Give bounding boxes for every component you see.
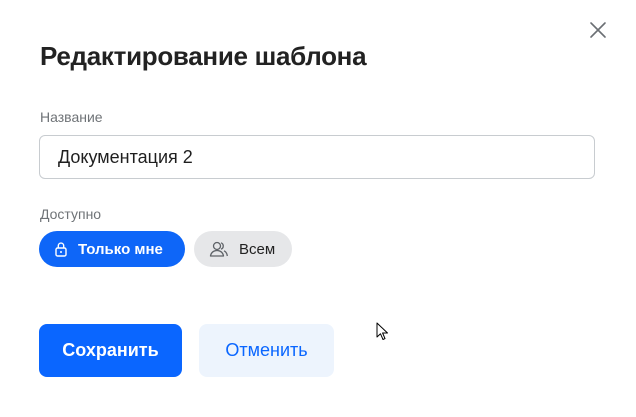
access-options: Только мне Всем [39, 231, 292, 267]
close-button[interactable] [587, 19, 609, 41]
edit-template-dialog: Редактирование шаблона Название Доступно… [0, 0, 636, 417]
mouse-cursor-icon [376, 322, 388, 340]
name-field-label: Название [40, 109, 103, 125]
save-button[interactable]: Сохранить [39, 324, 182, 377]
close-icon [590, 22, 606, 38]
name-input[interactable] [39, 135, 595, 179]
access-option-only-me[interactable]: Только мне [39, 231, 185, 267]
users-icon [209, 240, 229, 258]
cancel-button[interactable]: Отменить [199, 324, 334, 377]
dialog-title: Редактирование шаблона [40, 41, 367, 71]
access-label: Доступно [40, 206, 102, 222]
access-option-label: Только мне [78, 240, 163, 258]
access-option-everyone[interactable]: Всем [194, 231, 292, 267]
lock-icon [54, 241, 68, 257]
access-option-label: Всем [239, 240, 276, 258]
